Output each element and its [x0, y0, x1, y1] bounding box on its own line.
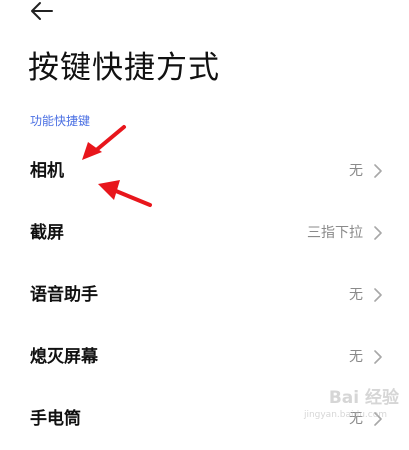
- chevron-right-icon: [373, 164, 383, 178]
- list-item-value: 无: [349, 163, 363, 179]
- back-button[interactable]: [28, 0, 56, 22]
- chevron-right-icon: [373, 288, 383, 302]
- list-item-label: 相机: [30, 161, 64, 181]
- list-item-value: 三指下拉: [307, 225, 363, 241]
- watermark-url: jingyan.baidu.com: [303, 410, 387, 420]
- list-item-value: 无: [349, 349, 363, 365]
- list-item-camera[interactable]: 相机 无: [0, 140, 409, 202]
- list-item-voice-assistant[interactable]: 语音助手 无: [0, 264, 409, 326]
- list-item-label: 截屏: [30, 223, 64, 243]
- list-item-screenshot[interactable]: 截屏 三指下拉: [0, 202, 409, 264]
- list-item-screen-off[interactable]: 熄灭屏幕 无: [0, 326, 409, 388]
- list-item-value: 无: [349, 287, 363, 303]
- chevron-right-icon: [373, 350, 383, 364]
- list-item-label: 语音助手: [30, 285, 98, 305]
- section-header: 功能快捷键: [30, 114, 91, 128]
- watermark-logo: Bai 经验: [328, 388, 399, 408]
- page-title: 按键快捷方式: [28, 50, 220, 86]
- chevron-right-icon: [373, 226, 383, 240]
- list-item-label: 熄灭屏幕: [30, 347, 98, 367]
- list-item-label: 手电筒: [30, 409, 81, 429]
- arrow-left-icon: [31, 2, 53, 20]
